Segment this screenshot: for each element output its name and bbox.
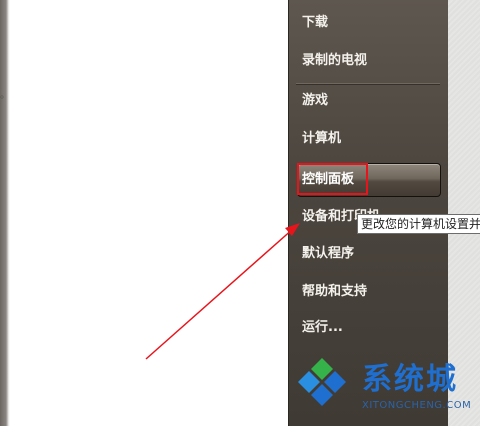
watermark-url: XITONGCHENG.COM [362,400,472,411]
arrow-line [145,227,295,360]
watermark-title: 系统城 [362,362,458,397]
